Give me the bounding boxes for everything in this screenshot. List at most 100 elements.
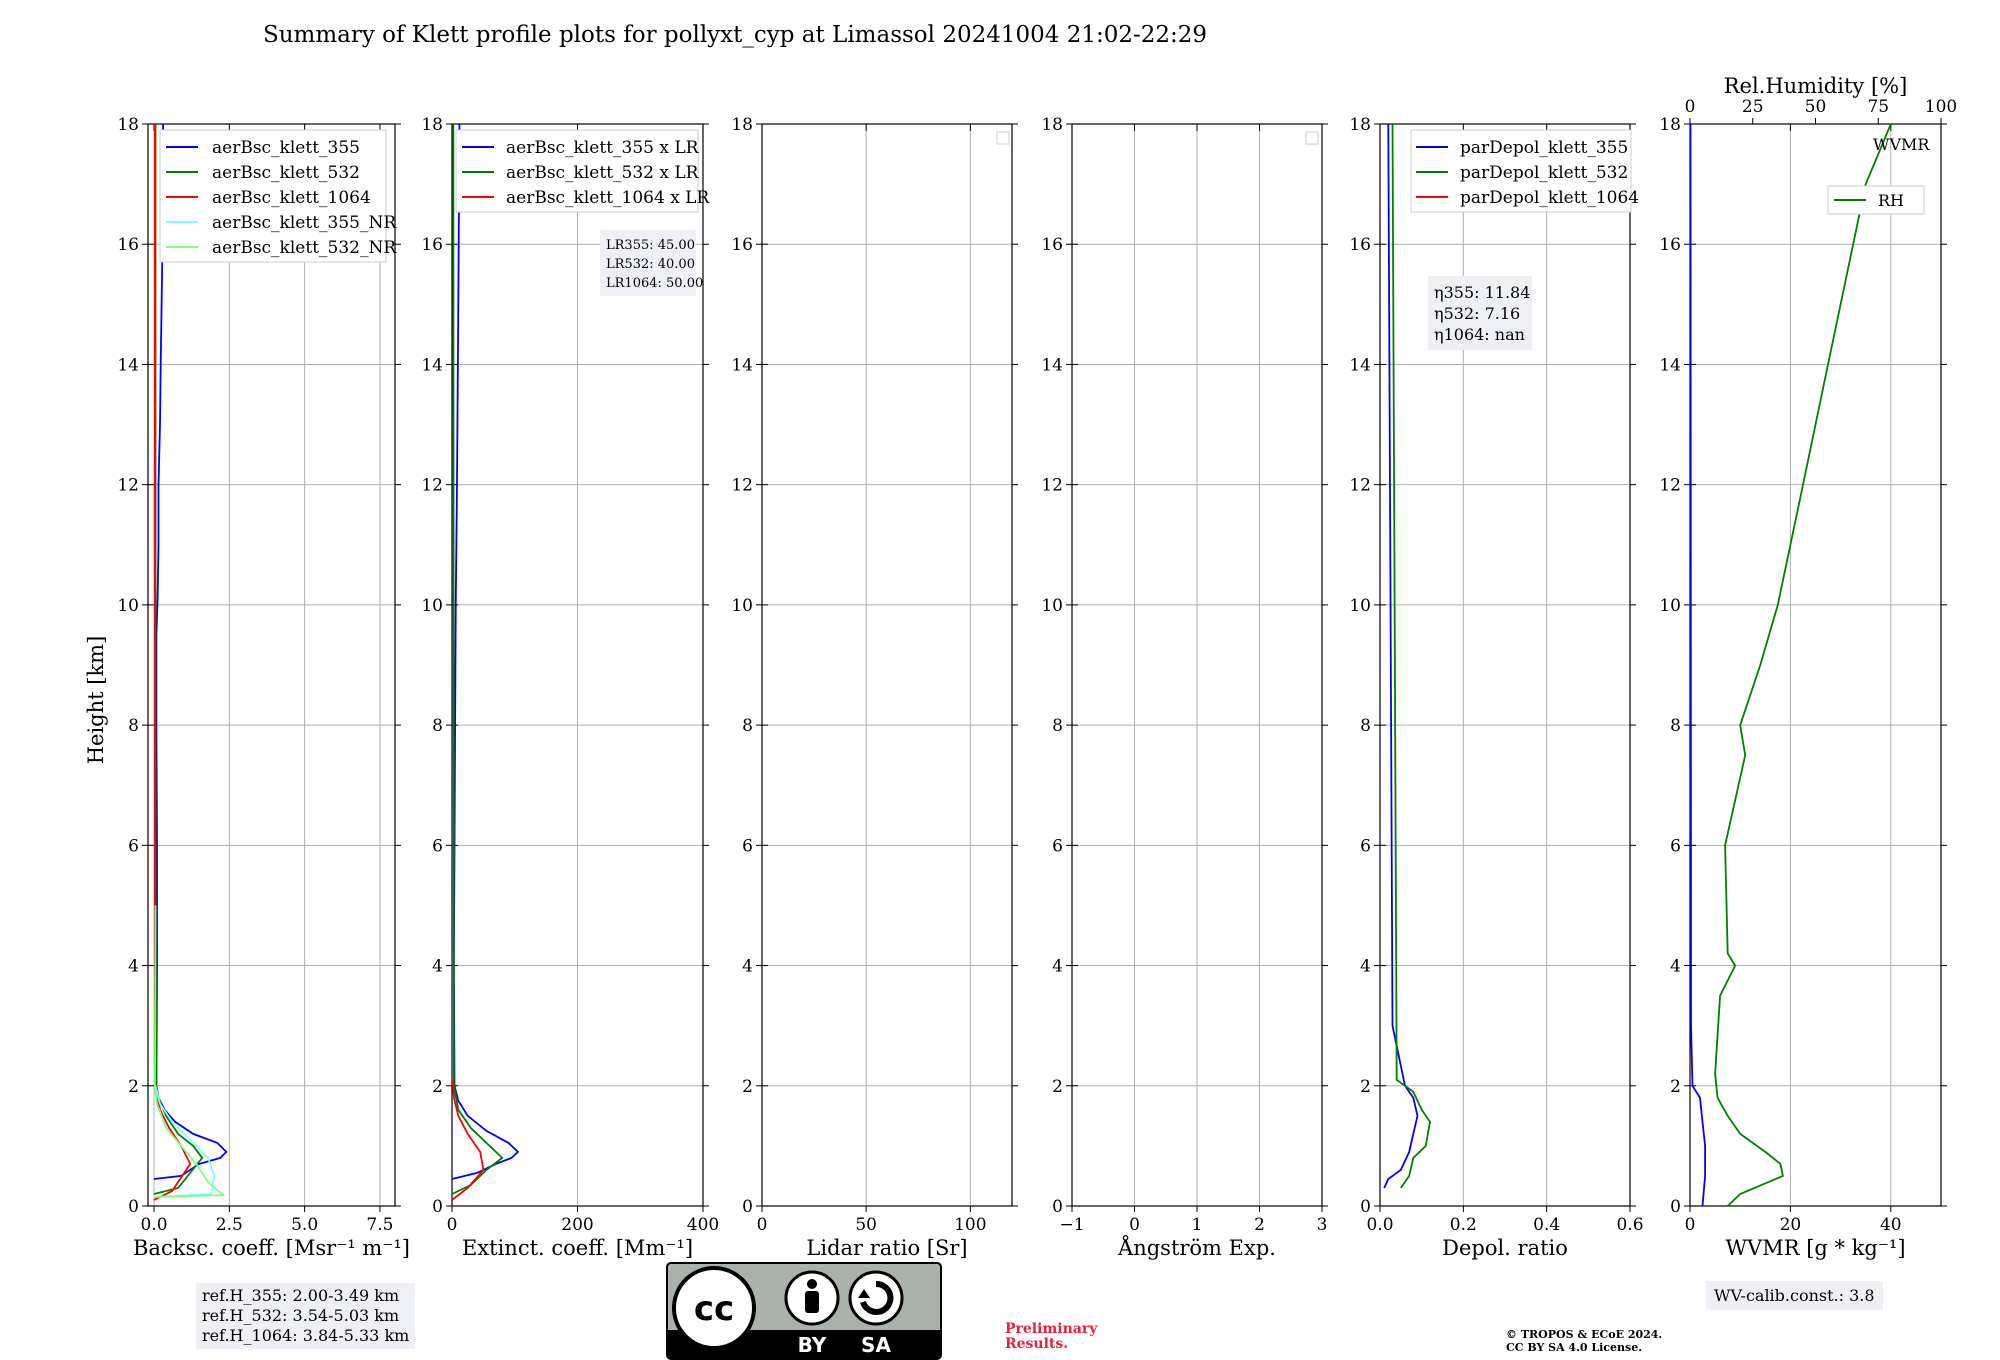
y-tick-label: 14	[421, 355, 443, 375]
y-tick-label: 8	[1670, 716, 1681, 736]
lr-355: LR355: 45.00	[606, 238, 695, 253]
preliminary-line-1: Preliminary	[1005, 1321, 1098, 1337]
panel-angstrom: 024681012141618−1 0 1 2 3Ångström Exp.	[1041, 115, 1328, 1260]
y-tick-label: 16	[1659, 235, 1681, 255]
x-tick-label: 1	[1192, 1215, 1203, 1235]
y-tick-label: 10	[1659, 596, 1681, 616]
x-tick-label: 400	[687, 1215, 719, 1235]
y-tick-label: 4	[1052, 957, 1063, 977]
y-tick-label: 4	[432, 957, 443, 977]
x-tick-label: 0.6	[1616, 1215, 1643, 1235]
badge-sa-label: SA	[861, 1333, 891, 1357]
y-tick-label: 4	[1360, 957, 1371, 977]
y-tick-label: 0	[742, 1197, 753, 1217]
series-line-pardepol-klett-355	[1383, 123, 1419, 1189]
y-tick-label: 12	[1349, 476, 1371, 496]
y-tick-label: 6	[742, 836, 753, 856]
by-icon-body	[805, 1291, 819, 1313]
legend-label: aerBsc_klett_532 x LR	[506, 163, 700, 183]
eta-355: η355: 11.84	[1434, 283, 1530, 302]
y-tick-label: 8	[1360, 716, 1371, 736]
y-tick-label: 10	[117, 596, 139, 616]
y-tick-label: 2	[742, 1077, 753, 1097]
lidar-ratio-box: LR355: 45.00 LR532: 40.00 LR1064: 50.00	[600, 230, 703, 296]
y-tick-label: 0	[1670, 1197, 1681, 1217]
y-tick-label: 4	[742, 957, 753, 977]
y-tick-label: 0	[1052, 1197, 1063, 1217]
y-tick-label: 6	[432, 836, 443, 856]
y-tick-label: 6	[1052, 836, 1063, 856]
y-tick-label: 8	[432, 716, 443, 736]
y-tick-label: 14	[731, 355, 753, 375]
y-tick-label: 6	[128, 836, 139, 856]
by-icon-head	[807, 1279, 817, 1289]
y-tick-label: 16	[421, 235, 443, 255]
y-tick-label: 16	[1041, 235, 1063, 255]
panel-lidar_ratio: 0 2 4 6 8 10 12 14 16 18 0 50 100Lidar ratio [Sr]	[731, 115, 1018, 1260]
y-tick-label: 18	[421, 115, 443, 135]
top-x-tick-label: 50	[1805, 97, 1827, 117]
legend-label: parDepol_klett_532	[1460, 163, 1628, 183]
x-tick-label: 3	[1317, 1215, 1328, 1235]
legend-label-rh: RH	[1878, 191, 1904, 210]
y-tick-label: 14	[117, 355, 139, 375]
y-tick-label: 16	[731, 235, 753, 255]
x-axis-label: Lidar ratio [Sr]	[806, 1236, 967, 1260]
x-axis-label: Depol. ratio	[1442, 1236, 1568, 1260]
axes-frame	[761, 123, 1013, 1207]
eta-box: η355: 11.84 η532: 7.16 η1064: nan	[1428, 276, 1532, 350]
copyright-line-1: © TROPOS & ECoE 2024.	[1506, 1328, 1663, 1341]
y-tick-label: 10	[1349, 596, 1371, 616]
x-axis-label: Extinct. coeff. [Mm⁻¹]	[462, 1236, 693, 1260]
series-line-rh	[1714, 123, 1892, 1207]
legend-label: aerBsc_klett_355_NR	[212, 213, 397, 233]
legend-backscatter: aerBsc_klett_355 aerBsc_klett_532 aerBsc…	[159, 129, 397, 263]
y-axis-label: Height [km]	[84, 636, 108, 765]
axes-frame	[1689, 123, 1942, 1207]
copyright-line-2: CC BY SA 4.0 License.	[1506, 1341, 1643, 1354]
y-tick-label: 2	[432, 1077, 443, 1097]
series-line-aerbsc-klett-355	[153, 123, 228, 1180]
figure: Summary of Klett profile plots for polly…	[84, 22, 1957, 1260]
y-tick-label: 4	[1670, 957, 1681, 977]
y-tick-label: 2	[1670, 1077, 1681, 1097]
ref-h-532: ref.H_532: 3.54-5.03 km	[202, 1306, 400, 1325]
y-tick-label: 12	[731, 476, 753, 496]
y-tick-label: 0	[128, 1197, 139, 1217]
reference-height-box: ref.H_355: 2.00-3.49 km ref.H_532: 3.54-…	[196, 1283, 416, 1349]
top-axis-label: Rel.Humidity [%]	[1724, 74, 1908, 98]
legend-label: parDepol_klett_355	[1460, 138, 1628, 158]
series-line-wvmr	[1689, 123, 1706, 1207]
y-tick-label: 10	[1041, 596, 1063, 616]
legend-label: parDepol_klett_1064	[1460, 188, 1639, 208]
ref-h-1064: ref.H_1064: 3.84-5.33 km	[202, 1326, 410, 1345]
eta-532: η532: 7.16	[1434, 304, 1520, 323]
y-tick-label: 16	[117, 235, 139, 255]
x-tick-label: 0	[1129, 1215, 1140, 1235]
x-tick-label: 0.0	[1366, 1215, 1393, 1235]
x-tick-label: 0	[757, 1215, 768, 1235]
y-tick-label: 2	[1052, 1077, 1063, 1097]
y-tick-label: 2	[1360, 1077, 1371, 1097]
y-tick-label: 18	[1041, 115, 1063, 135]
y-tick-label: 10	[421, 596, 443, 616]
y-tick-label: 12	[1041, 476, 1063, 496]
y-tick-label: 0	[432, 1197, 443, 1217]
legend-label: aerBsc_klett_1064	[212, 188, 371, 208]
x-tick-label: 0	[447, 1215, 458, 1235]
y-tick-label: 4	[128, 957, 139, 977]
y-tick-label: 6	[1670, 836, 1681, 856]
x-tick-label: −1	[1059, 1215, 1084, 1235]
badge-by-label: BY	[798, 1333, 827, 1357]
series-line-aerbsc-klett-355-x-lr	[451, 123, 520, 1180]
y-tick-label: 12	[421, 476, 443, 496]
x-tick-label: 2	[1254, 1215, 1265, 1235]
empty-legend-lidar-ratio	[996, 131, 1010, 145]
sa-icon	[848, 1270, 904, 1326]
x-tick-label: 50	[855, 1215, 877, 1235]
lr-1064: LR1064: 50.00	[606, 276, 703, 291]
legend-label-wvmr: WVMR	[1873, 135, 1930, 154]
y-tick-label: 10	[731, 596, 753, 616]
x-tick-label: 40	[1880, 1215, 1902, 1235]
y-tick-label: 2	[128, 1077, 139, 1097]
